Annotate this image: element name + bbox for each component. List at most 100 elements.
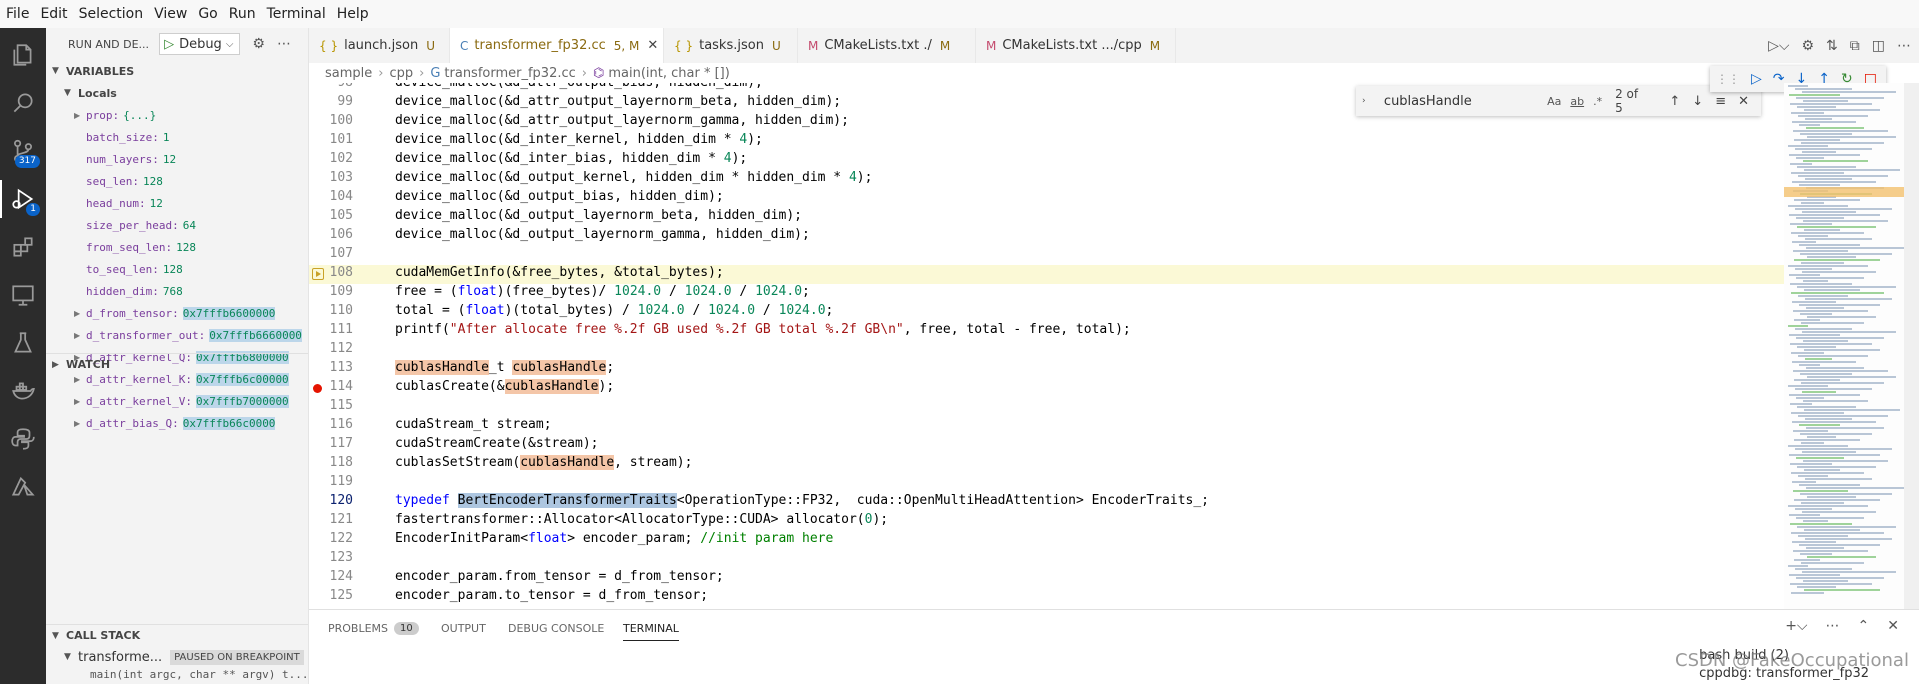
call-stack-thread[interactable]: ▼ transforme... PAUSED ON BREAKPOINT — [46, 646, 308, 668]
more-actions-icon[interactable]: ⋯ — [1826, 618, 1840, 634]
extensions-icon[interactable] — [0, 224, 46, 270]
vertical-scrollbar[interactable] — [1904, 83, 1919, 609]
match-whole-word-icon[interactable]: ab — [1570, 95, 1584, 108]
variable-row[interactable]: to_seq_len: 128 — [46, 258, 308, 280]
close-icon[interactable]: ✕ — [1887, 618, 1899, 634]
breadcrumb-symbol[interactable]: main(int, char * []) — [608, 66, 729, 81]
variable-name: num_layers: — [86, 152, 159, 166]
docker-icon[interactable] — [0, 368, 46, 414]
minimap-line — [1793, 130, 1888, 132]
tab-cmakelists-root[interactable]: M CMakeLists.txt ./ M — [798, 28, 976, 63]
menu-selection[interactable]: Selection — [79, 6, 144, 22]
variable-row[interactable]: num_layers: 12 — [46, 148, 308, 170]
start-debug-icon[interactable]: ▷ — [164, 37, 174, 52]
menu-run[interactable]: Run — [229, 6, 256, 22]
minimap-line — [1797, 406, 1856, 408]
minimap-line — [1801, 142, 1884, 144]
chevron-right-icon[interactable]: ▶ — [74, 111, 86, 120]
match-case-icon[interactable]: Aa — [1547, 95, 1561, 108]
tab-cmakelists-cpp[interactable]: M CMakeLists.txt .../cpp M — [976, 28, 1176, 63]
maximize-panel-icon[interactable]: ⌃ — [1858, 618, 1870, 634]
tab-transformer-fp32[interactable]: C transformer_fp32.cc 5, M ✕ — [450, 28, 664, 63]
variable-row[interactable]: ▶ d_from_tensor: 0x7fffb6600000 — [46, 302, 308, 324]
chevron-right-icon[interactable]: ▶ — [74, 331, 86, 340]
variables-section-header[interactable]: ▼ VARIABLES — [46, 60, 308, 82]
menu-go[interactable]: Go — [198, 6, 217, 22]
chevron-right-icon[interactable]: ▶ — [74, 375, 86, 384]
minimap-line — [1796, 97, 1884, 99]
variable-row[interactable]: ▶ d_attr_kernel_V: 0x7fffb7000000 — [46, 390, 308, 412]
new-terminal-icon[interactable]: +⌵ — [1785, 618, 1807, 634]
python-icon[interactable] — [0, 416, 46, 462]
tab-terminal[interactable]: TERMINAL — [623, 622, 679, 641]
step-over-icon[interactable]: ↷ — [1773, 71, 1785, 87]
run-debug-icon[interactable]: 1 — [0, 176, 46, 222]
find-in-selection-icon[interactable]: ≡ — [1715, 94, 1726, 109]
minimap-line — [1791, 532, 1884, 534]
menu-view[interactable]: View — [154, 6, 187, 22]
watch-section-header[interactable]: ▶ WATCH — [46, 353, 308, 375]
minimap[interactable] — [1784, 83, 1904, 609]
menu-file[interactable]: File — [6, 6, 29, 22]
chevron-right-icon[interactable]: ▶ — [74, 397, 86, 406]
gear-icon[interactable]: ⚙ — [252, 36, 265, 52]
minimap-line — [1803, 520, 1828, 522]
call-stack-frame[interactable]: main(int argc, char ** argv) t... — [46, 668, 308, 684]
minimap-line — [1789, 214, 1880, 216]
variable-row[interactable]: hidden_dim: 768 — [46, 280, 308, 302]
close-icon[interactable]: ✕ — [647, 38, 658, 53]
tab-output[interactable]: OUTPUT — [441, 622, 486, 635]
code-editor[interactable]: 98device_malloc(&d_attr_output_bias, hid… — [309, 83, 1784, 609]
toggle-replace-icon[interactable]: › — [1362, 96, 1376, 106]
breadcrumb-file[interactable]: transformer_fp32.cc — [444, 66, 575, 81]
search-icon[interactable] — [0, 80, 46, 126]
variable-row[interactable]: batch_size: 1 — [46, 126, 308, 148]
tab-tasks-json[interactable]: { } tasks.json U — [664, 28, 798, 63]
split-editor-icon[interactable]: ◫ — [1872, 38, 1885, 54]
locals-scope[interactable]: ▼ Locals — [46, 82, 308, 104]
minimap-line — [1803, 100, 1848, 102]
arrow-down-icon[interactable]: ↓ — [1692, 94, 1703, 109]
tab-debug-console[interactable]: DEBUG CONSOLE — [508, 622, 604, 635]
find-input[interactable]: cublasHandle — [1384, 94, 1547, 109]
remote-explorer-icon[interactable] — [0, 272, 46, 318]
variable-row[interactable]: ▶ prop: {...} — [46, 104, 308, 126]
breadcrumb-sample[interactable]: sample — [325, 66, 372, 81]
tab-label: OUTPUT — [441, 622, 486, 635]
open-changes-icon[interactable]: ⇅ — [1826, 38, 1838, 54]
menu-edit[interactable]: Edit — [40, 6, 67, 22]
menu-help[interactable]: Help — [337, 6, 369, 22]
tab-problems[interactable]: PROBLEMS 10 — [328, 622, 419, 635]
source-control-icon[interactable]: 317 — [0, 128, 46, 174]
regex-icon[interactable]: .* — [1593, 95, 1602, 108]
variable-row[interactable]: seq_len: 128 — [46, 170, 308, 192]
more-actions-icon[interactable]: ⋯ — [1897, 38, 1911, 54]
close-icon[interactable]: ✕ — [1738, 94, 1749, 109]
minimap-line — [1795, 568, 1852, 570]
chevron-right-icon[interactable]: ▶ — [74, 309, 86, 318]
gear-icon[interactable]: ⚙ — [1801, 38, 1814, 54]
more-actions-icon[interactable]: ⋯ — [277, 36, 291, 52]
menu-terminal[interactable]: Terminal — [267, 6, 326, 22]
debug-config-select[interactable]: ▷ Debug ⌵ — [159, 33, 241, 55]
call-stack-section-header[interactable]: ▼ CALL STACK — [46, 624, 308, 646]
scm-badge: 317 — [14, 155, 40, 168]
continue-icon[interactable]: ▷ — [1751, 71, 1762, 87]
run-file-icon[interactable]: ▷⌵ — [1768, 38, 1789, 54]
chevron-down-icon: ▼ — [52, 66, 59, 76]
chevron-right-icon[interactable]: ▶ — [74, 419, 86, 428]
tab-launch-json[interactable]: { } launch.json U — [309, 28, 450, 63]
drag-handle-icon[interactable]: ⋮⋮ — [1716, 72, 1740, 86]
variable-row[interactable]: ▶ d_transformer_out: 0x7fffb6660000 — [46, 324, 308, 346]
compare-icon[interactable]: ⧉ — [1850, 38, 1860, 54]
breadcrumb-cpp[interactable]: cpp — [389, 66, 413, 81]
arrow-up-icon[interactable]: ↑ — [1669, 94, 1680, 109]
variable-row[interactable]: ▶ d_attr_bias_Q: 0x7fffb66c0000 — [46, 412, 308, 434]
variable-row[interactable]: head_num: 12 — [46, 192, 308, 214]
azure-icon[interactable] — [0, 464, 46, 510]
testing-icon[interactable] — [0, 320, 46, 366]
variable-row[interactable]: size_per_head: 64 — [46, 214, 308, 236]
variable-row[interactable]: from_seq_len: 128 — [46, 236, 308, 258]
explorer-icon[interactable] — [0, 32, 46, 78]
minimap-line — [1791, 172, 1844, 174]
